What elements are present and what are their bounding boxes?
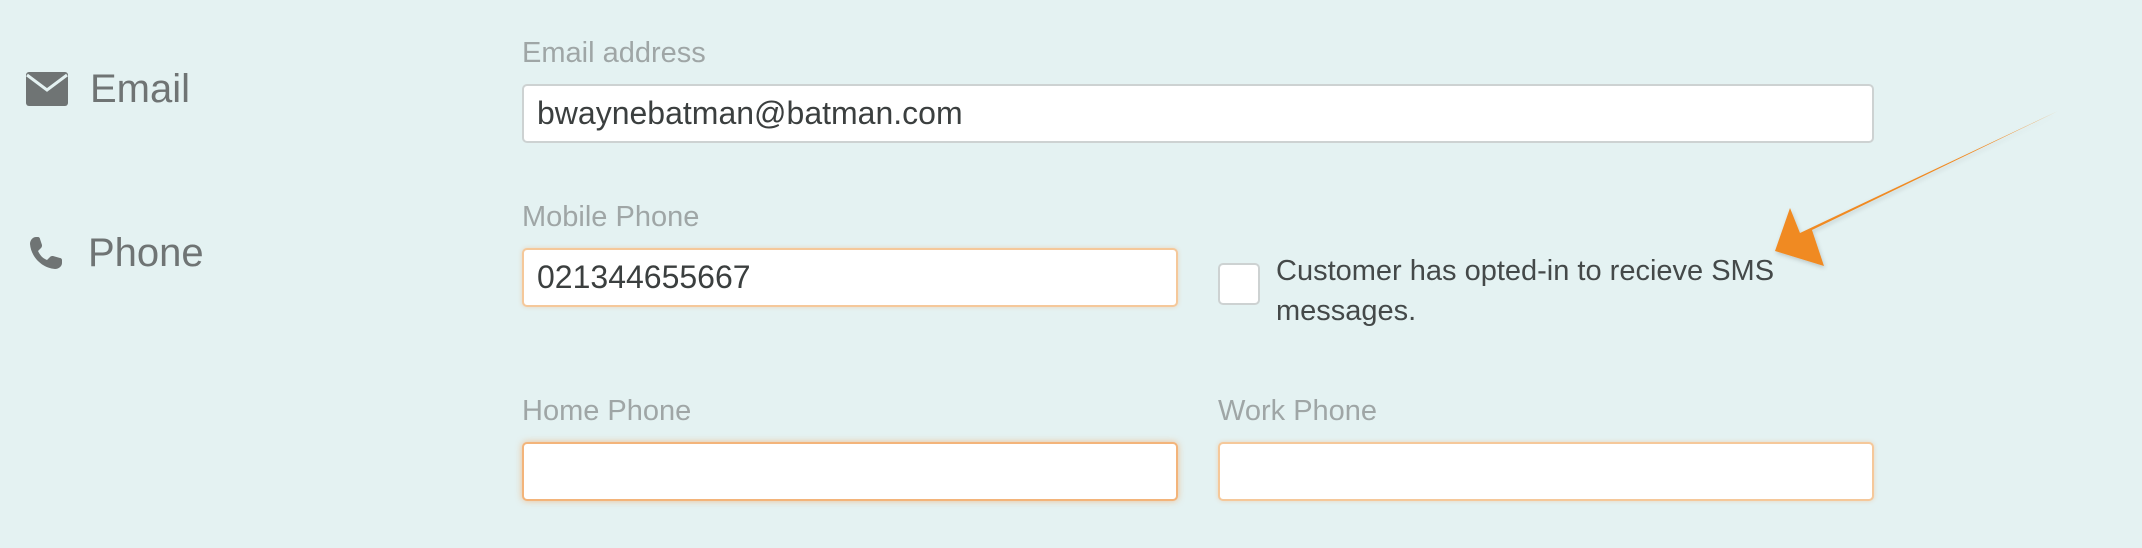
email-section-label: Email [26,62,190,116]
mobile-phone-input[interactable] [522,248,1178,307]
home-phone-input[interactable] [522,442,1178,501]
sms-opt-in-checkbox[interactable] [1218,263,1260,305]
work-phone-label: Work Phone [1218,395,1378,427]
phone-section-title: Phone [88,230,204,275]
work-phone-input[interactable] [1218,442,1874,501]
mobile-phone-label: Mobile Phone [522,201,700,233]
email-input[interactable] [522,84,1874,143]
email-section-title: Email [90,66,191,111]
sms-opt-in-label[interactable]: Customer has opted-in to recieve SMS mes… [1276,251,1776,331]
sms-opt-in-row: Customer has opted-in to recieve SMS mes… [1218,251,1776,331]
envelope-icon [26,72,68,106]
home-phone-label: Home Phone [522,395,692,427]
phone-section-label: Phone [28,226,204,280]
email-field-label: Email address [522,37,706,69]
phone-icon [28,235,64,271]
